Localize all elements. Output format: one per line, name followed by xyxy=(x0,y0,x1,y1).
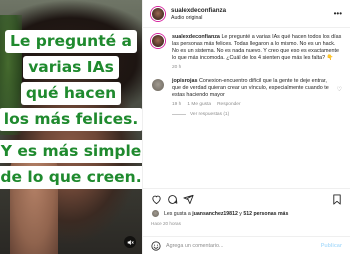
comment-time: 19 h xyxy=(172,102,182,107)
post-date: Hace 20 horas xyxy=(151,221,181,226)
overlay-line: qué hacen xyxy=(20,82,122,105)
avatar[interactable] xyxy=(151,78,165,92)
add-comment-bar: Publicar xyxy=(143,236,350,254)
post-header: sualexdeconfianza Audio original ••• xyxy=(143,0,350,28)
video-text-overlay: Le pregunté a varias IAs qué hacen los m… xyxy=(0,30,142,189)
comment-like-icon[interactable]: ♡ xyxy=(337,86,342,93)
reel-video[interactable]: Le pregunté a varias IAs qué hacen los m… xyxy=(0,0,142,254)
mute-icon[interactable] xyxy=(124,236,136,248)
likes-connector: y xyxy=(239,210,242,217)
post-sidebar: sualexdeconfianza Audio original ••• sua… xyxy=(142,0,350,254)
overlay-line: Y es más simple xyxy=(0,140,142,163)
likes-count[interactable]: 512 personas más xyxy=(243,211,288,217)
publish-button[interactable]: Publicar xyxy=(321,243,342,249)
bookmark-icon[interactable] xyxy=(332,194,342,205)
liker-username[interactable]: juansanchez19812 xyxy=(192,211,238,217)
avatar[interactable] xyxy=(151,6,165,21)
comment-input[interactable] xyxy=(166,242,321,249)
comment-likes[interactable]: 1 Me gusta xyxy=(187,102,211,107)
speaker-off-icon xyxy=(127,239,134,245)
emoji-icon[interactable] xyxy=(151,240,161,251)
caption: sualexdeconfianza Le pregunté a varias I… xyxy=(151,34,342,70)
reply-button[interactable]: Responder xyxy=(217,102,240,107)
caption-time: 20 h xyxy=(172,65,182,70)
more-options-icon[interactable]: ••• xyxy=(334,9,342,18)
likes-row: Les gusta a juansanchez19812 y 512 perso… xyxy=(151,209,342,218)
caption-username[interactable]: sualexdeconfianza xyxy=(172,34,220,40)
post-username[interactable]: sualexdeconfianza xyxy=(171,7,334,14)
overlay-line: los más felices. xyxy=(0,108,142,131)
comment-icon[interactable] xyxy=(167,194,178,205)
actions-bar: Les gusta a juansanchez19812 y 512 perso… xyxy=(143,188,350,226)
comment-item: jopisrojas Conexion-encuentro difícil qu… xyxy=(151,78,342,117)
avatar[interactable] xyxy=(151,34,165,48)
divider xyxy=(172,114,186,115)
view-replies-label[interactable]: Ver respuestas (1) xyxy=(190,112,229,117)
overlay-line: varias IAs xyxy=(23,56,119,79)
comment-username[interactable]: jopisrojas xyxy=(172,78,197,84)
overlay-line: Le pregunté a xyxy=(5,30,137,53)
audio-link[interactable]: Audio original xyxy=(171,15,334,21)
view-replies[interactable]: Ver respuestas (1) xyxy=(172,112,333,117)
overlay-line: de lo que creen. xyxy=(0,166,142,189)
likes-prefix: Les gusta a xyxy=(164,210,191,217)
comments-section: sualexdeconfianza Le pregunté a varias I… xyxy=(143,28,350,188)
liker-avatar[interactable] xyxy=(151,209,160,218)
heart-icon[interactable] xyxy=(151,194,162,205)
share-icon[interactable] xyxy=(183,194,194,205)
